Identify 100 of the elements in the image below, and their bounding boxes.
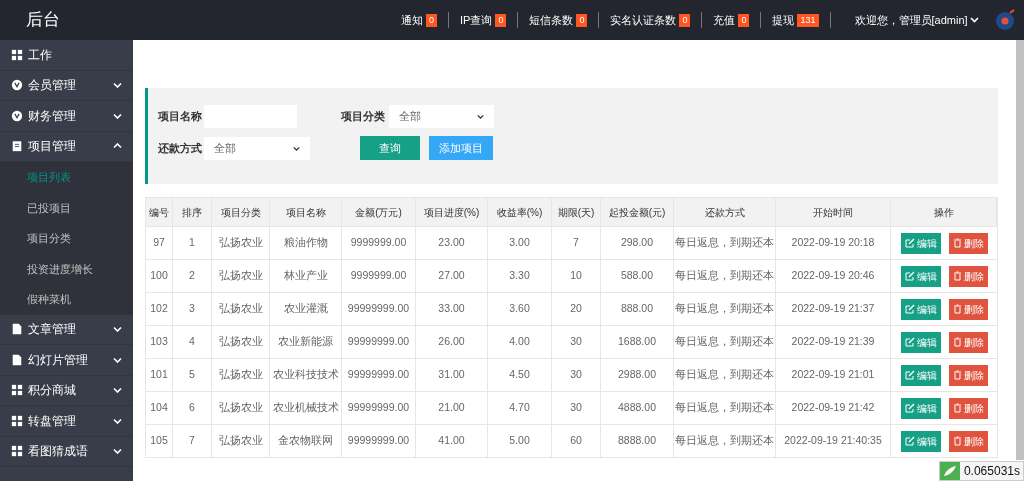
edit-icon xyxy=(904,238,915,248)
sidebar-item[interactable]: 幻灯片管理 xyxy=(0,345,133,376)
field-label: 还款方式 xyxy=(158,140,203,156)
select-field[interactable]: 全部 xyxy=(389,105,494,128)
table-cell: 2022-09-19 21:39 xyxy=(776,326,891,358)
submenu-item[interactable]: 已投项目 xyxy=(0,192,133,223)
badge-icon xyxy=(11,109,23,122)
delete-button[interactable]: 删除 xyxy=(948,397,988,419)
table-cell: 4.70 xyxy=(488,392,552,424)
table-cell: 9999999.00 xyxy=(342,227,416,259)
table-cell: 31.00 xyxy=(416,359,488,391)
timer-text: 0.065031s xyxy=(963,463,1020,480)
table-cell: 2022-09-19 20:46 xyxy=(776,260,891,292)
delete-button[interactable]: 删除 xyxy=(948,364,988,386)
table-cell: 弘扬农业 xyxy=(212,227,270,259)
table-cell: 30 xyxy=(552,392,601,424)
table-cell: 2022-09-19 21:40:35 xyxy=(776,425,891,457)
sidebar-item[interactable]: 工作 xyxy=(0,40,133,71)
column-header: 还款方式 xyxy=(674,198,776,226)
delete-button[interactable]: 删除 xyxy=(948,430,988,452)
count-badge: 0 xyxy=(426,13,437,27)
edit-icon xyxy=(904,337,915,347)
table-cell: 4.50 xyxy=(488,359,552,391)
column-header: 金额(万元) xyxy=(342,198,416,226)
sidebar-item[interactable]: 财务管理 xyxy=(0,101,133,132)
scrollbar[interactable] xyxy=(1016,40,1024,460)
edit-icon xyxy=(904,436,915,446)
table-cell: 41.00 xyxy=(416,425,488,457)
table-cell: 粮油作物 xyxy=(270,227,342,259)
trash-icon xyxy=(952,337,962,347)
grid-icon xyxy=(11,384,23,397)
table-cell: 100 xyxy=(146,260,173,292)
table-cell: 每日返息，到期还本 xyxy=(674,425,776,457)
grid-icon xyxy=(11,445,23,458)
column-header: 开始时间 xyxy=(776,198,891,226)
table-cell: 4888.00 xyxy=(601,392,674,424)
table-cell: 弘扬农业 xyxy=(212,260,270,292)
table-cell: 1688.00 xyxy=(601,326,674,358)
badge-icon xyxy=(11,79,23,92)
sidebar-item[interactable]: 会员管理 xyxy=(0,70,133,101)
submenu-item[interactable]: 投资进度增长 xyxy=(0,253,133,284)
field-label: 项目名称 xyxy=(158,109,203,125)
table-cell: 3 xyxy=(173,293,212,325)
sidebar-item[interactable]: 文章管理 xyxy=(0,314,133,345)
table-cell: 7 xyxy=(552,227,601,259)
edit-icon xyxy=(904,271,915,281)
table-cell: 弘扬农业 xyxy=(212,359,270,391)
table-cell: 97 xyxy=(146,227,173,259)
app-title: 后台 xyxy=(26,9,61,32)
nav-item[interactable]: 提现 131 xyxy=(761,0,830,40)
field-label: 项目分类 xyxy=(341,109,386,125)
column-header: 收益率(%) xyxy=(488,198,552,226)
delete-button[interactable]: 删除 xyxy=(948,232,988,254)
sidebar-item[interactable]: 转盘管理 xyxy=(0,406,133,437)
table-cell: 8888.00 xyxy=(601,425,674,457)
table-cell: 588.00 xyxy=(601,260,674,292)
select-field[interactable]: 全部 xyxy=(204,136,310,160)
table-cell: 23.00 xyxy=(416,227,488,259)
table-cell: 5 xyxy=(173,359,212,391)
submenu-item[interactable]: 项目分类 xyxy=(0,223,133,254)
table-cell: 3.30 xyxy=(488,260,552,292)
table-cell: 2022-09-19 21:01 xyxy=(776,359,891,391)
table-cell: 105 xyxy=(146,425,173,457)
nav-item[interactable]: 充值 0 xyxy=(702,0,761,40)
nav-item[interactable]: 实名认证条数 0 xyxy=(599,0,702,40)
table-cell: 弘扬农业 xyxy=(212,326,270,358)
nav-item[interactable]: 短信条数 0 xyxy=(518,0,599,40)
table-cell: 99999999.00 xyxy=(342,326,416,358)
trash-icon xyxy=(952,370,962,380)
table-cell: 20 xyxy=(552,293,601,325)
table-cell: 弘扬农业 xyxy=(212,425,270,457)
trash-icon xyxy=(952,304,962,314)
table-cell: 3.00 xyxy=(488,227,552,259)
sidebar-item[interactable]: 看图猜成语 xyxy=(0,436,133,467)
nav-item[interactable]: IP查询 0 xyxy=(449,0,518,40)
delete-button[interactable]: 删除 xyxy=(948,331,988,353)
table-cell: 4.00 xyxy=(488,326,552,358)
submenu-item[interactable]: 假种菜机 xyxy=(0,284,133,315)
table-cell: 弘扬农业 xyxy=(212,392,270,424)
table-cell: 30 xyxy=(552,326,601,358)
table-cell: 10 xyxy=(552,260,601,292)
column-header: 起投金额(元) xyxy=(601,198,674,226)
delete-button[interactable]: 删除 xyxy=(948,298,988,320)
delete-button[interactable]: 删除 xyxy=(948,265,988,287)
table-cell: 21.00 xyxy=(416,392,488,424)
trash-icon xyxy=(952,238,962,248)
table-cell: 2988.00 xyxy=(601,359,674,391)
column-header: 项目进度(%) xyxy=(416,198,488,226)
table-cell: 103 xyxy=(146,326,173,358)
table-cell: 60 xyxy=(552,425,601,457)
column-header: 操作 xyxy=(891,198,997,226)
column-header: 期限(天) xyxy=(552,198,601,226)
trash-icon xyxy=(952,271,962,281)
user-menu[interactable]: 欢迎您，管理员[admin] xyxy=(854,11,979,29)
avatar-icon[interactable] xyxy=(994,9,1017,31)
sidebar-item[interactable]: 积分商城 xyxy=(0,375,133,406)
nav-item[interactable]: 通知 0 xyxy=(390,0,448,40)
table-cell: 2022-09-19 20:18 xyxy=(776,227,891,259)
table-cell: 6 xyxy=(173,392,212,424)
submenu-item[interactable]: 项目列表 xyxy=(0,162,133,193)
